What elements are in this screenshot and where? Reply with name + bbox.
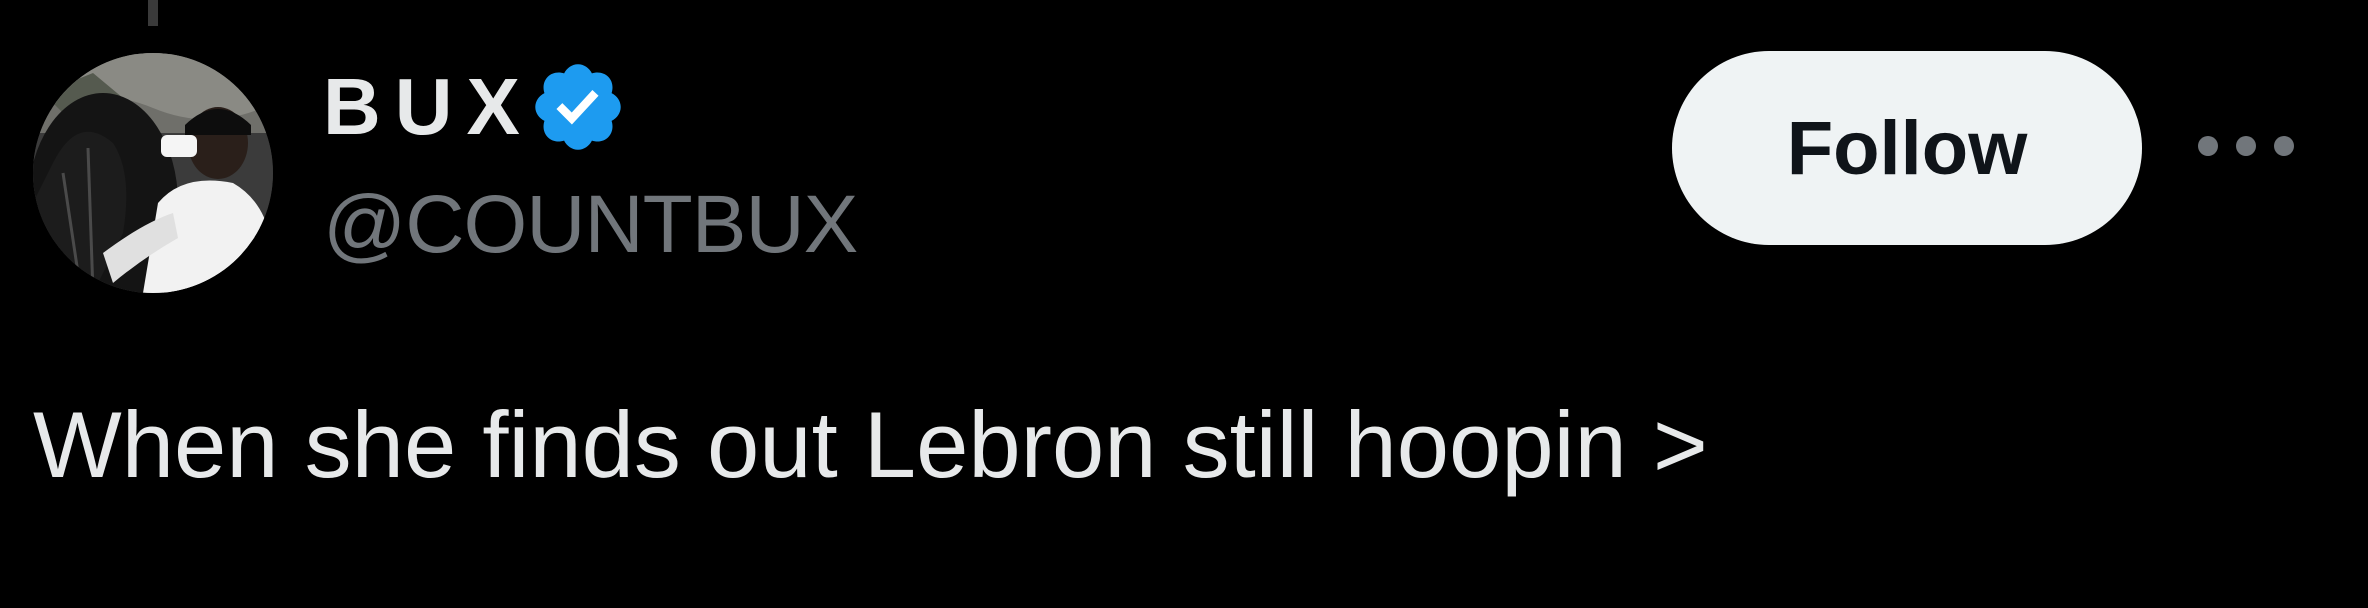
follow-button[interactable]: Follow [1672, 51, 2142, 245]
avatar[interactable] [33, 53, 273, 293]
more-dot [2198, 136, 2218, 156]
profile-photo [33, 53, 273, 293]
author-handle[interactable]: @COUNTBUX [323, 184, 858, 266]
verified-badge-icon [528, 57, 628, 157]
author-display-name[interactable]: BUX [323, 67, 534, 147]
more-dot [2274, 136, 2294, 156]
tweet-text: When she finds out Lebron still hoopin > [33, 392, 1708, 497]
tweet-card: BUX @COUNTBUX Follow When she finds out … [0, 0, 2368, 608]
more-options-icon[interactable] [2198, 122, 2294, 170]
more-dot [2236, 136, 2256, 156]
author-name-row[interactable]: BUX [323, 62, 628, 152]
thread-connector-line [148, 0, 158, 26]
